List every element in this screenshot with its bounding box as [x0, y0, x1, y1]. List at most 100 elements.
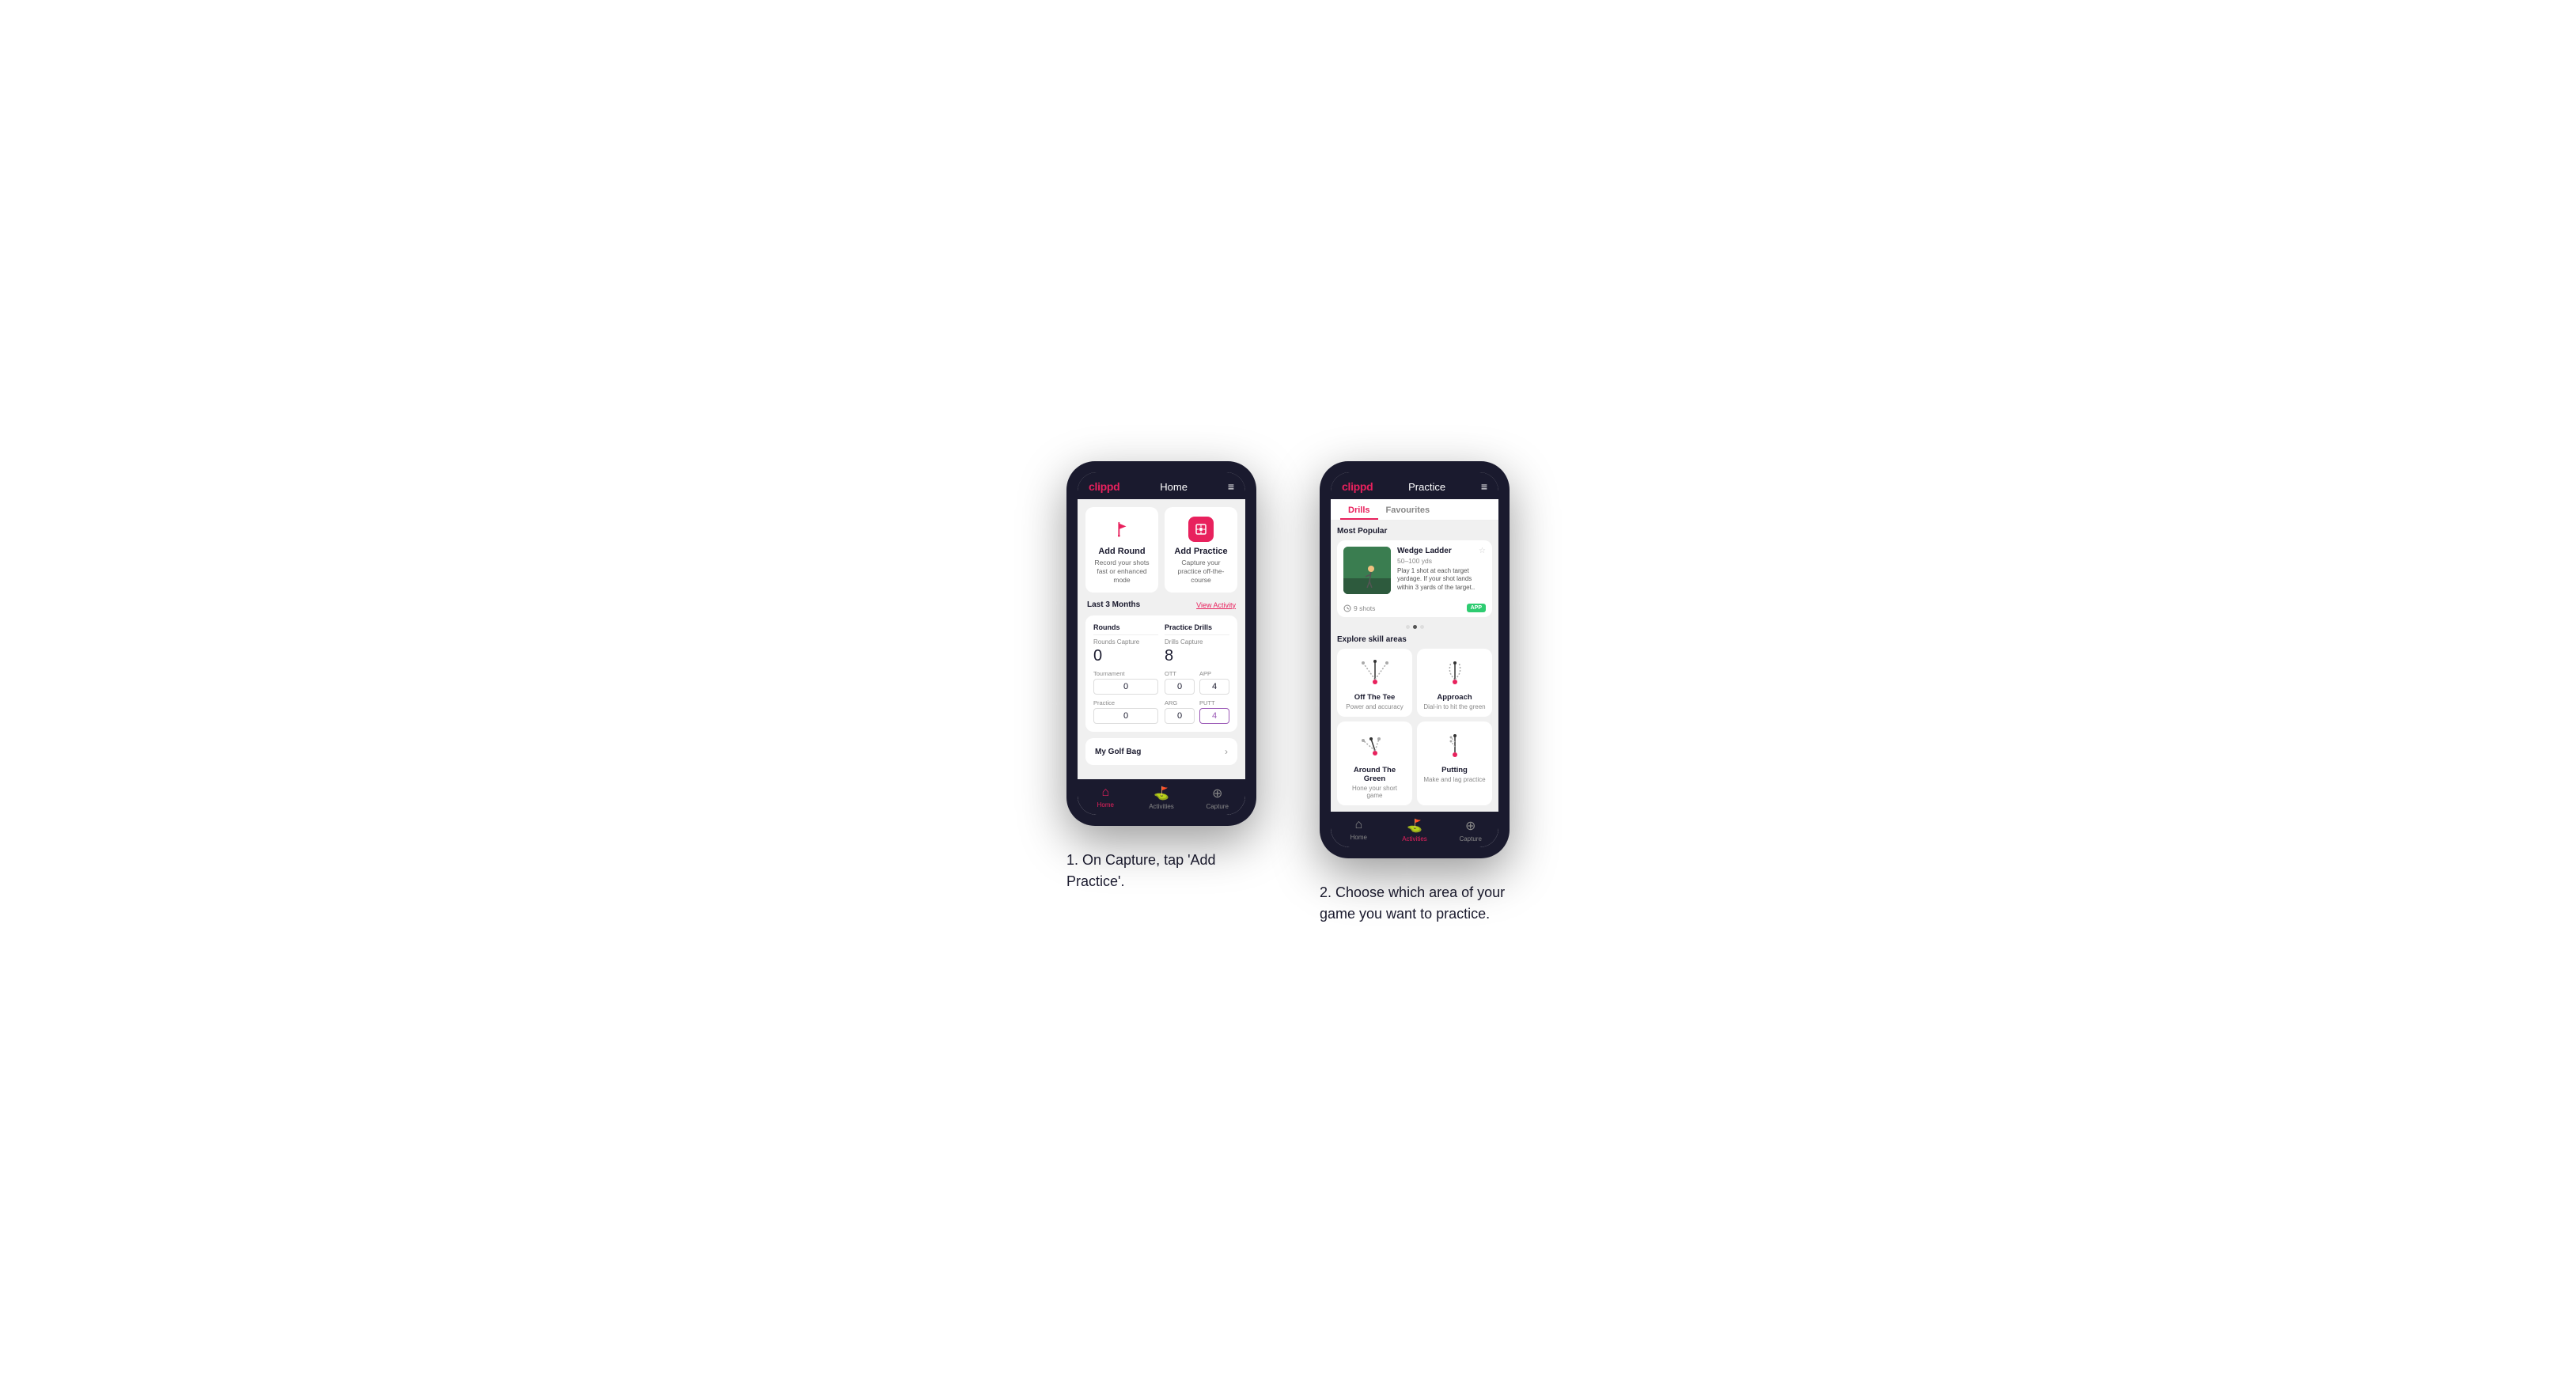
tab-favourites[interactable]: Favourites: [1378, 499, 1438, 520]
ott-name: Off The Tee: [1354, 693, 1396, 702]
phone1-screen: clippd Home ≡: [1078, 472, 1245, 815]
most-popular-title: Most Popular: [1337, 527, 1492, 536]
practice-drills-title: Practice Drills: [1165, 623, 1229, 635]
add-round-desc: Record your shots fast or enhanced mode: [1092, 559, 1152, 585]
drill-footer: 9 shots APP: [1337, 600, 1492, 617]
add-round-card[interactable]: Add Round Record your shots fast or enha…: [1085, 507, 1158, 593]
app-value: 4: [1199, 679, 1229, 695]
home-nav-label-2: Home: [1351, 834, 1367, 841]
tournament-value: 0: [1093, 679, 1158, 695]
nav-capture-1[interactable]: ⊕ Capture: [1189, 779, 1245, 815]
hamburger-icon-2[interactable]: ≡: [1481, 480, 1487, 493]
dot-1[interactable]: [1406, 625, 1410, 629]
phone1: clippd Home ≡: [1066, 461, 1256, 826]
home-nav-label-1: Home: [1097, 801, 1114, 808]
add-practice-card[interactable]: Add Practice Capture your practice off-t…: [1165, 507, 1237, 593]
practice-icon: [1188, 517, 1214, 542]
skill-card-approach[interactable]: Approach Dial-in to hit the green: [1417, 649, 1492, 717]
practice-content: Most Popular: [1331, 521, 1498, 812]
skill-card-atg[interactable]: Around The Green Hone your short game: [1337, 721, 1412, 805]
activities-nav-label-2: Activities: [1402, 835, 1427, 843]
featured-card-inner: Wedge Ladder ☆ 50–100 yds Play 1 shot at…: [1337, 540, 1492, 600]
capture-nav-icon-2: ⊕: [1465, 818, 1476, 834]
tournament-label: Tournament: [1093, 670, 1158, 677]
ott-desc: Power and accuracy: [1346, 703, 1403, 710]
clippd-logo-2: clippd: [1342, 480, 1373, 493]
nav-capture-2[interactable]: ⊕ Capture: [1442, 812, 1498, 847]
period-label: Last 3 Months: [1087, 600, 1140, 609]
putt-label: PUTT: [1199, 699, 1229, 706]
rounds-sub-stats: Tournament 0 Practice 0: [1093, 670, 1158, 724]
drill-yardage: 50–100 yds: [1397, 557, 1486, 565]
activities-nav-icon-2: ⛳: [1407, 818, 1422, 834]
atg-diagram: [1355, 729, 1395, 761]
phone1-bottom-nav: ⌂ Home ⛳ Activities ⊕ Capture: [1078, 779, 1245, 815]
practice-drills-col: Practice Drills Drills Capture 8 OTT 0: [1165, 623, 1229, 724]
ott-value: 0: [1165, 679, 1195, 695]
drill-thumbnail: [1343, 547, 1391, 594]
skill-grid: Off The Tee Power and accuracy: [1337, 649, 1492, 805]
drill-info: Wedge Ladder ☆ 50–100 yds Play 1 shot at…: [1397, 547, 1486, 594]
drill-description: Play 1 shot at each target yardage. If y…: [1397, 567, 1486, 592]
stats-header: Last 3 Months View Activity: [1085, 600, 1237, 609]
shots-count: 9 shots: [1343, 604, 1375, 612]
drills-value: 8: [1165, 647, 1229, 665]
atg-name: Around The Green: [1343, 766, 1406, 783]
app-label: APP: [1199, 670, 1229, 677]
home-nav-icon-1: ⌂: [1102, 786, 1110, 800]
skill-areas-title: Explore skill areas: [1337, 635, 1492, 644]
phone2-header-title: Practice: [1408, 481, 1445, 493]
activities-nav-label-1: Activities: [1149, 803, 1174, 810]
phone2-section: clippd Practice ≡ Drills Favourites: [1320, 461, 1510, 925]
app-badge: APP: [1467, 604, 1486, 612]
skill-card-putting[interactable]: Putting Make and lag practice: [1417, 721, 1492, 805]
add-practice-title: Add Practice: [1174, 547, 1227, 556]
nav-activities-1[interactable]: ⛳ Activities: [1134, 779, 1190, 815]
drills-capture-label: Drills Capture: [1165, 638, 1229, 646]
drill-name: Wedge Ladder: [1397, 547, 1452, 555]
approach-diagram: [1435, 657, 1475, 688]
phone1-header-title: Home: [1160, 481, 1188, 493]
approach-name: Approach: [1437, 693, 1472, 702]
add-round-title: Add Round: [1098, 547, 1145, 556]
arg-label: ARG: [1165, 699, 1195, 706]
tournament-stat: Tournament 0: [1093, 670, 1158, 695]
drills-sub-stats: OTT 0 APP 4 ARG 0: [1165, 670, 1229, 724]
golf-bag-row[interactable]: My Golf Bag ›: [1085, 738, 1237, 765]
phone1-screen-content: Add Round Record your shots fast or enha…: [1078, 499, 1245, 779]
nav-home-1[interactable]: ⌂ Home: [1078, 779, 1134, 815]
phone2: clippd Practice ≡ Drills Favourites: [1320, 461, 1510, 858]
stats-row: Rounds Rounds Capture 0 Tournament 0: [1093, 623, 1229, 724]
view-activity-link[interactable]: View Activity: [1196, 601, 1236, 609]
clippd-logo-1: clippd: [1089, 480, 1119, 493]
rounds-capture-label: Rounds Capture: [1093, 638, 1158, 646]
tab-drills[interactable]: Drills: [1340, 499, 1378, 520]
dot-3[interactable]: [1420, 625, 1424, 629]
putt-stat: PUTT 4: [1199, 699, 1229, 724]
featured-drill-card[interactable]: Wedge Ladder ☆ 50–100 yds Play 1 shot at…: [1337, 540, 1492, 617]
add-practice-desc: Capture your practice off-the-course: [1171, 559, 1231, 585]
chevron-right-icon: ›: [1225, 746, 1228, 757]
app-stat: APP 4: [1199, 670, 1229, 695]
approach-desc: Dial-in to hit the green: [1423, 703, 1485, 710]
phone2-bottom-nav: ⌂ Home ⛳ Activities ⊕ Capture: [1331, 812, 1498, 847]
caption-1: 1. On Capture, tap 'Add Practice'.: [1066, 850, 1256, 892]
practice-stat: Practice 0: [1093, 699, 1158, 724]
nav-home-2[interactable]: ⌂ Home: [1331, 812, 1387, 847]
ott-diagram: [1355, 657, 1395, 688]
phone1-header: clippd Home ≡: [1078, 472, 1245, 499]
arg-stat: ARG 0: [1165, 699, 1195, 724]
ott-label: OTT: [1165, 670, 1195, 677]
skill-card-ott[interactable]: Off The Tee Power and accuracy: [1337, 649, 1412, 717]
capture-nav-label-2: Capture: [1459, 835, 1481, 843]
star-icon[interactable]: ☆: [1479, 547, 1486, 555]
hamburger-icon-1[interactable]: ≡: [1228, 480, 1234, 493]
dot-2[interactable]: [1413, 625, 1417, 629]
putting-desc: Make and lag practice: [1423, 776, 1485, 783]
stats-grid: Rounds Rounds Capture 0 Tournament 0: [1085, 615, 1237, 732]
putt-value: 4: [1199, 708, 1229, 724]
putting-name: Putting: [1441, 766, 1468, 774]
clock-icon: [1343, 604, 1351, 612]
activities-nav-icon-1: ⛳: [1154, 786, 1169, 801]
nav-activities-2[interactable]: ⛳ Activities: [1387, 812, 1443, 847]
